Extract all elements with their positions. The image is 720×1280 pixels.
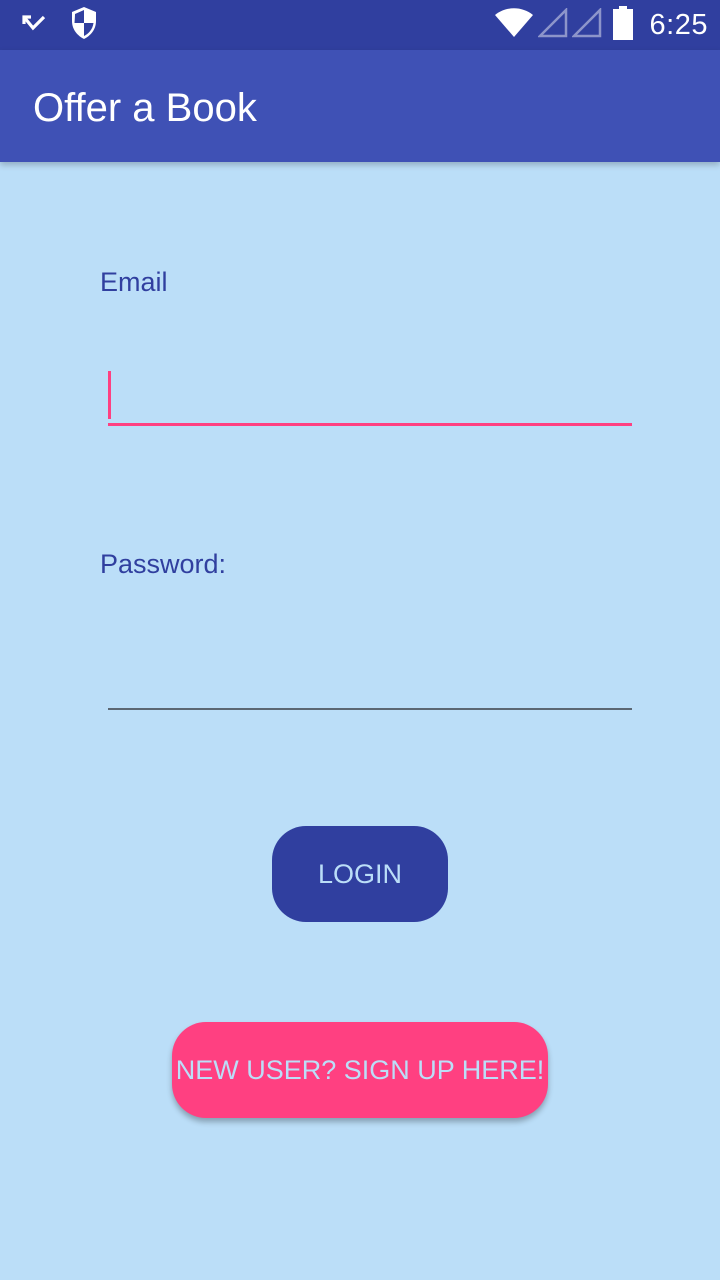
password-label: Password:	[100, 549, 227, 579]
page-title: Offer a Book	[33, 86, 257, 130]
battery-icon	[612, 5, 634, 45]
status-bar: 6:25	[0, 0, 720, 50]
text-cursor	[108, 371, 111, 419]
email-field[interactable]	[108, 366, 632, 426]
status-time: 6:25	[649, 8, 708, 41]
app-bar: Offer a Book	[0, 50, 720, 162]
email-label: Email	[100, 267, 168, 297]
wifi-icon	[494, 7, 534, 44]
missed-call-icon	[20, 9, 48, 42]
signal-icon	[570, 6, 602, 43]
shield-icon	[70, 6, 98, 45]
sign-up-button[interactable]: NEW USER? SIGN UP HERE!	[172, 1022, 548, 1118]
password-field[interactable]	[108, 650, 632, 710]
signal-icon	[536, 6, 568, 43]
status-bar-right: 6:25	[494, 5, 708, 45]
status-bar-left	[20, 6, 98, 45]
login-button[interactable]: LOGIN	[272, 826, 448, 922]
